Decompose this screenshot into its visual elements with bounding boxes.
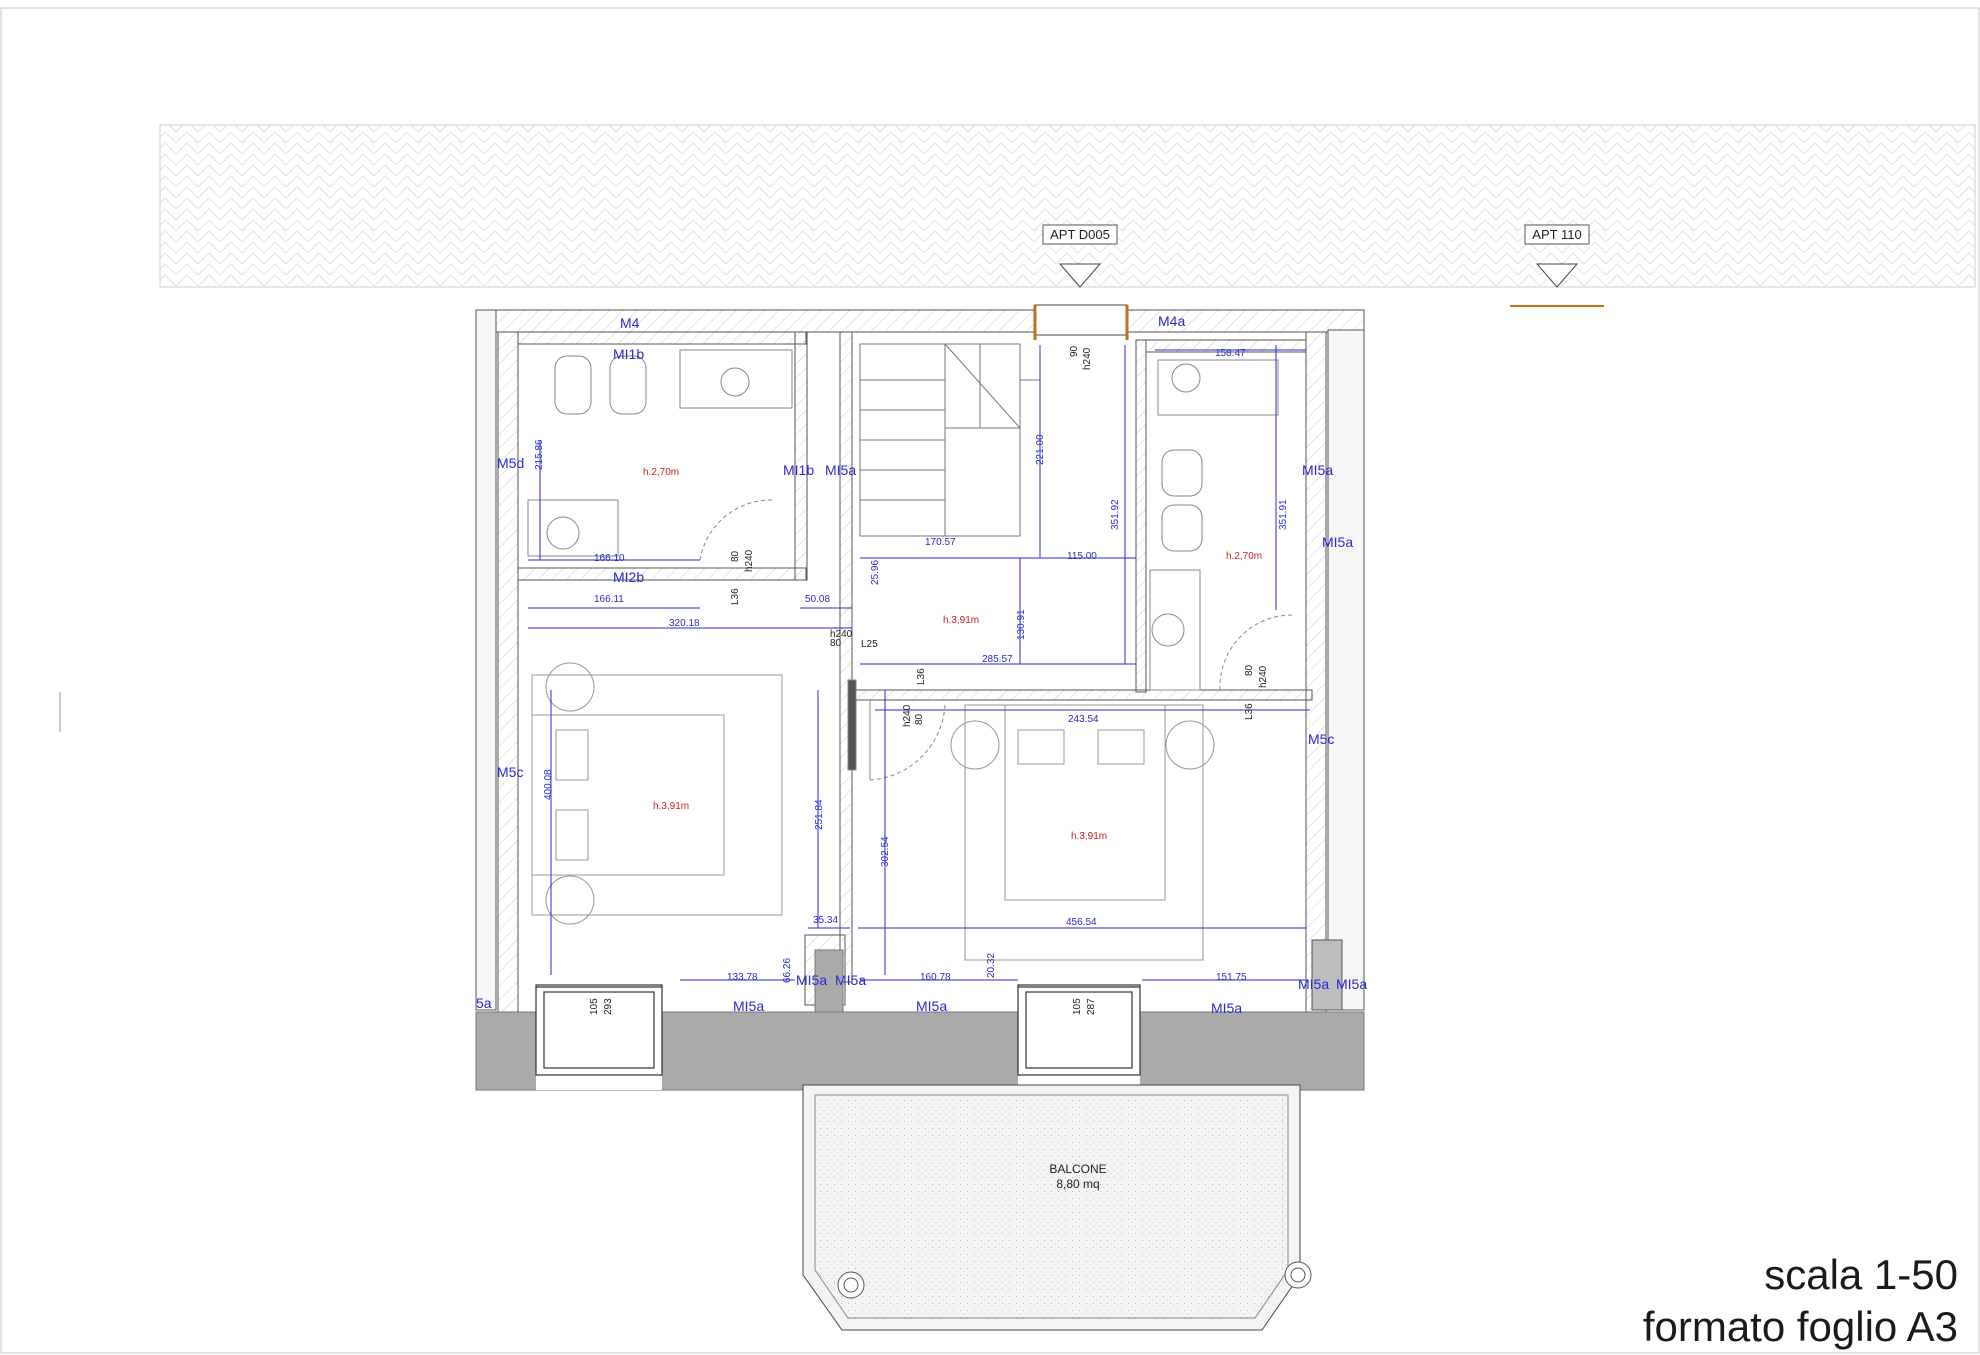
wall-label: 5a: [476, 995, 492, 1011]
door-mark: 287: [1086, 998, 1097, 1015]
door-mark: 80: [830, 638, 842, 649]
dimension-value: 456.54: [1066, 917, 1097, 928]
door-mark: h240: [1082, 347, 1093, 370]
door-mark: L36: [916, 668, 927, 685]
wall-label: M5c: [1308, 731, 1334, 747]
dimension-value: 50.08: [805, 594, 830, 605]
dimension-value: 351.92: [1110, 499, 1121, 530]
wall-label: MI5a: [733, 998, 764, 1014]
dimension-value: 351.91: [1278, 499, 1289, 530]
dimension-value: 320.18: [669, 618, 700, 629]
front-wall: [475, 949, 1365, 1091]
balcony-area: 8,80 mq: [1056, 1177, 1099, 1191]
room-height: h.3,91m: [943, 615, 979, 626]
wall-label: M4a: [1158, 313, 1185, 329]
dimension-values: 215.86 166.10 166.11 320.18 50.08 170.57…: [534, 348, 1289, 983]
wall-label: MI5a: [1322, 534, 1353, 550]
sheet-format-line: formato foglio A3: [1642, 1303, 1958, 1350]
door-mark: 80: [914, 713, 925, 725]
wall-label: MI1b: [783, 462, 814, 478]
wall-label: M5d: [497, 455, 524, 471]
dimension-value: 166.10: [594, 553, 625, 564]
bedroom-1-furniture: [531, 662, 783, 925]
wall-label: MI5a: [1336, 976, 1367, 992]
dimension-value: 166.11: [594, 594, 624, 605]
room-height: h.3,91m: [653, 801, 689, 812]
room-heights: h.2,70m h.2,70m h.3,91m h.3,91m h.3,91m: [643, 467, 1262, 842]
wall-label: M5c: [497, 764, 523, 780]
dimension-value: 66.26: [782, 958, 793, 983]
dimension-value: 221.00: [1035, 434, 1046, 465]
door-mark: 80: [730, 550, 741, 562]
dimension-value: 251.84: [814, 799, 825, 830]
wall-label: MI5a: [796, 972, 827, 988]
door-mark: h240: [744, 549, 755, 572]
svg-text:APT 110: APT 110: [1532, 227, 1581, 242]
bathroom-2-fixtures: [1149, 359, 1293, 691]
room-height: h.2,70m: [643, 467, 679, 478]
dimension-value: 302.54: [880, 836, 891, 867]
dimension-value: 115.00: [1067, 551, 1097, 562]
dimension-value: 133.78: [727, 972, 758, 983]
dimension-value: 285.57: [982, 654, 1013, 665]
staircase: [859, 343, 1040, 537]
door-mark: L25: [861, 639, 878, 650]
entry-door: [1033, 304, 1129, 340]
wall-label: MI5a: [916, 998, 947, 1014]
wall-label: MI5a: [1298, 976, 1329, 992]
dimension-value: 20.32: [986, 953, 997, 978]
scale-note: scala 1-50 formato foglio A3: [1643, 1249, 1958, 1353]
svg-text:APT D005: APT D005: [1050, 227, 1110, 242]
dimension-value: 35.34: [813, 915, 838, 926]
door-mark: 293: [603, 998, 614, 1015]
scale-line: scala 1-50: [1764, 1251, 1958, 1298]
wall-label: MI5a: [825, 462, 856, 478]
door-mark: 80: [1244, 664, 1255, 676]
door-mark: L36: [730, 588, 741, 605]
door-mark: h240: [902, 704, 913, 727]
room-height: h.2,70m: [1226, 551, 1262, 562]
dimension-value: 151.75: [1216, 972, 1247, 983]
wall-label: MI1b: [613, 346, 644, 362]
room-height: h.3,91m: [1071, 831, 1107, 842]
wall-label: MI5a: [1211, 1000, 1242, 1016]
wall-label: MI5a: [835, 972, 866, 988]
wall-label: MI5a: [1302, 462, 1333, 478]
door-mark: 90: [1069, 345, 1080, 357]
dimension-value: 170.57: [925, 537, 956, 548]
floor-plan: APT D005 APT 110 BALCONE 8,80 mq M4 MI1b…: [0, 7, 1980, 1354]
dimension-value: 25.96: [870, 560, 881, 585]
door-mark: 105: [589, 998, 600, 1015]
dimension-value: 160.78: [920, 972, 951, 983]
interior-walls: [517, 331, 1343, 1011]
dimension-value: 400.08: [543, 769, 554, 800]
door-mark: 105: [1072, 998, 1083, 1015]
balcony-label: BALCONE: [1049, 1162, 1106, 1176]
balcony: BALCONE 8,80 mq: [802, 1084, 1312, 1331]
bathroom-1-fixtures: [527, 349, 793, 561]
corridor-band: [159, 124, 1976, 288]
wall-label: M4: [620, 315, 640, 331]
dimension-value: 158.47: [1215, 348, 1246, 359]
door-mark: h240: [1258, 665, 1269, 688]
dimension-value: 215.86: [534, 439, 545, 470]
door-mark: L36: [1244, 703, 1255, 720]
dimension-value: 130.91: [1016, 609, 1027, 640]
dimension-value: 243.54: [1068, 714, 1099, 725]
wall-label: MI2b: [613, 569, 644, 585]
